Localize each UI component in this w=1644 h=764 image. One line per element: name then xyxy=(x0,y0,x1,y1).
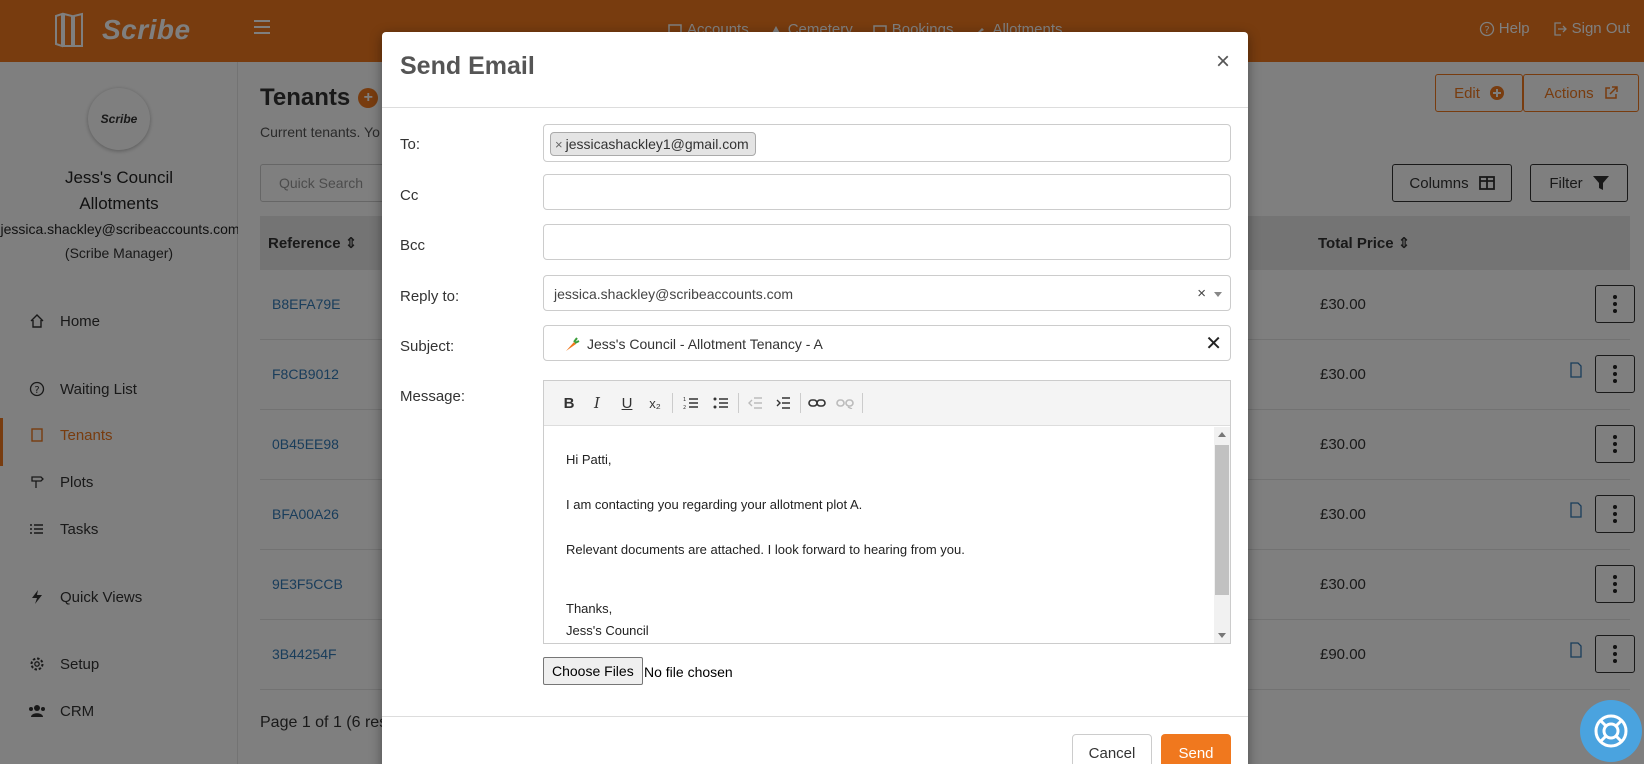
cc-field[interactable] xyxy=(543,174,1231,210)
reply-to-value: jessica.shackley@scribeaccounts.com xyxy=(554,286,794,302)
subject-field[interactable]: Jess's Council - Allotment Tenancy - A ✕ xyxy=(543,325,1231,361)
cc-label: Cc xyxy=(400,187,419,204)
message-line: Jess's Council xyxy=(566,623,649,638)
link-icon[interactable] xyxy=(806,393,828,413)
to-label: To: xyxy=(400,136,421,153)
message-body[interactable]: Hi Patti, I am contacting you regarding … xyxy=(544,427,1214,643)
recipient-tag: × jessicashackley1@gmail.com xyxy=(550,132,756,156)
message-line: Thanks, xyxy=(566,601,613,616)
bcc-field[interactable] xyxy=(543,224,1231,260)
message-line: I am contacting you regarding your allot… xyxy=(566,497,863,512)
to-field[interactable]: × jessicashackley1@gmail.com xyxy=(543,124,1231,162)
toolbar-divider xyxy=(862,393,863,413)
subject-value: Jess's Council - Allotment Tenancy - A xyxy=(587,336,823,352)
toolbar-divider xyxy=(800,393,801,413)
carrot-icon xyxy=(566,337,580,351)
numbered-list-icon[interactable]: 12 xyxy=(680,393,702,413)
italic-icon[interactable]: I xyxy=(586,393,608,413)
subscript-icon[interactable]: x₂ xyxy=(644,393,666,413)
send-email-modal: Send Email × To: × jessicashackley1@gmai… xyxy=(382,32,1248,764)
underline-icon[interactable]: U xyxy=(616,393,638,413)
scroll-down-icon[interactable] xyxy=(1218,633,1226,638)
subject-label: Subject: xyxy=(400,338,455,355)
bulleted-list-icon[interactable] xyxy=(710,393,732,413)
clear-subject-icon[interactable]: ✕ xyxy=(1205,331,1222,356)
editor-scrollbar[interactable] xyxy=(1214,427,1230,643)
message-line: Hi Patti, xyxy=(566,452,612,467)
scroll-thumb[interactable] xyxy=(1215,445,1229,595)
modal-footer-divider xyxy=(382,716,1248,717)
indent-icon[interactable] xyxy=(772,393,794,413)
help-widget-button[interactable] xyxy=(1580,700,1642,762)
reply-to-select[interactable]: jessica.shackley@scribeaccounts.com × xyxy=(543,275,1231,311)
svg-text:2: 2 xyxy=(683,405,686,410)
chevron-down-icon[interactable] xyxy=(1214,292,1222,297)
outdent-icon[interactable] xyxy=(744,393,766,413)
close-icon[interactable]: × xyxy=(1216,48,1230,76)
clear-selection-icon[interactable]: × xyxy=(1197,285,1206,302)
scroll-up-icon[interactable] xyxy=(1218,432,1226,437)
modal-header-divider xyxy=(382,107,1248,108)
toolbar-divider xyxy=(672,393,673,413)
bcc-label: Bcc xyxy=(400,237,426,254)
remove-recipient-icon[interactable]: × xyxy=(555,137,563,152)
message-label: Message: xyxy=(400,388,466,405)
cancel-button[interactable]: Cancel xyxy=(1072,734,1152,764)
file-status: No file chosen xyxy=(644,664,733,680)
recipient-tag-label: jessicashackley1@gmail.com xyxy=(565,136,749,152)
message-line: Relevant documents are attached. I look … xyxy=(566,542,965,557)
lifebuoy-icon xyxy=(1594,714,1628,748)
toolbar-divider xyxy=(738,393,739,413)
choose-files-button[interactable]: Choose Files xyxy=(543,657,643,685)
svg-text:1: 1 xyxy=(683,397,686,403)
editor-toolbar: B I U x₂ 12 xyxy=(544,381,1230,426)
message-editor: B I U x₂ 12 Hi Patti, I am contacting yo… xyxy=(543,380,1231,644)
unlink-icon[interactable] xyxy=(834,393,856,413)
reply-to-label: Reply to: xyxy=(400,288,460,305)
send-button[interactable]: Send xyxy=(1161,734,1231,764)
bold-icon[interactable]: B xyxy=(558,393,580,413)
modal-title: Send Email xyxy=(400,52,535,80)
